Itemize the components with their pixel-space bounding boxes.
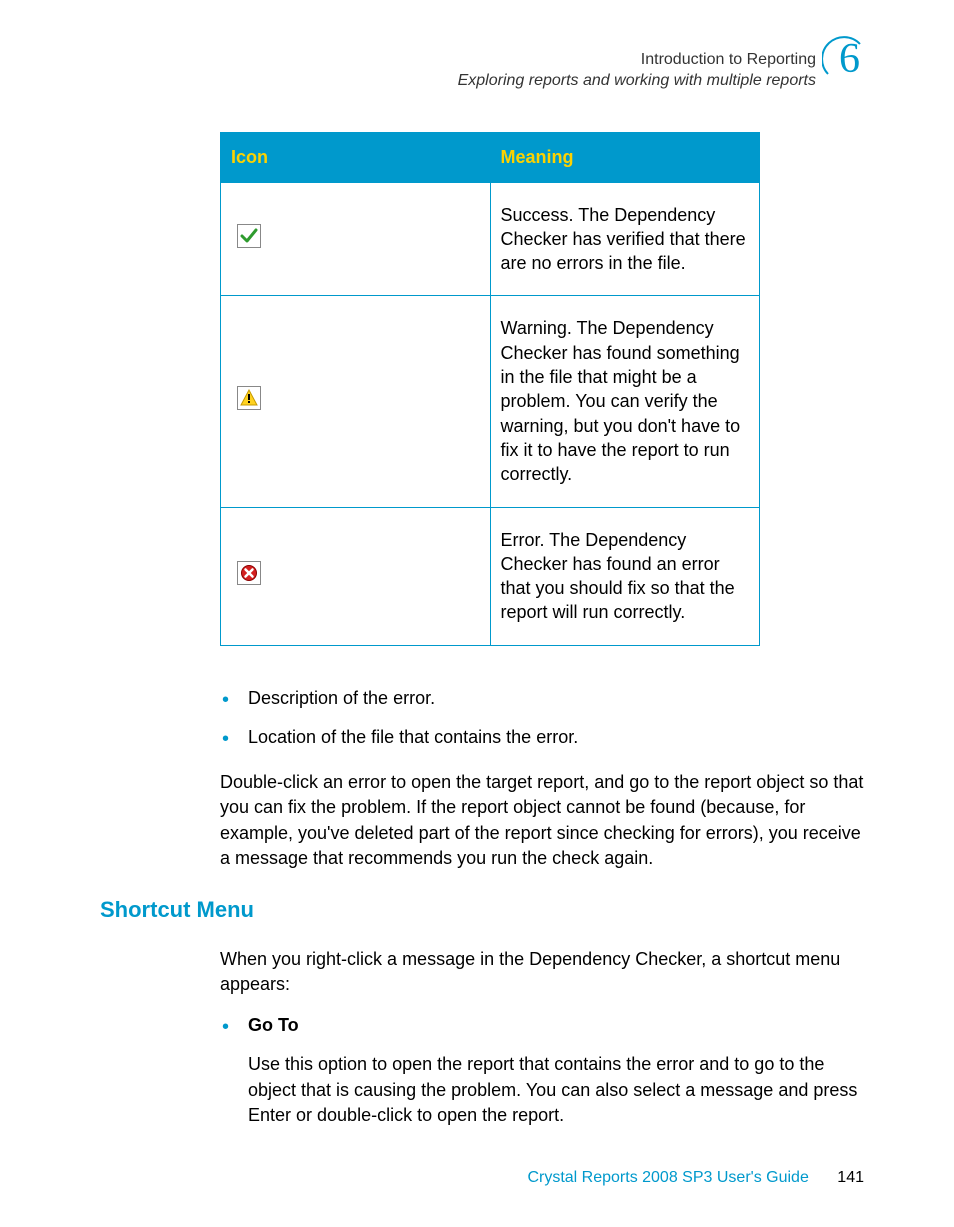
table-header-row: Icon Meaning [221, 132, 760, 182]
table-header-meaning: Meaning [490, 132, 760, 182]
list-item: Go To Use this option to open the report… [220, 1013, 864, 1128]
icon-cell [221, 507, 491, 645]
chapter-number: 6 [839, 38, 860, 80]
table-header-icon: Icon [221, 132, 491, 182]
icon-meaning-table: Icon Meaning Success. The Dependency Che… [220, 132, 760, 646]
meaning-cell: Success. The Dependency Checker has veri… [490, 182, 760, 296]
warning-icon [237, 386, 261, 410]
menu-item-label: Go To [248, 1015, 299, 1035]
main-content: Icon Meaning Success. The Dependency Che… [220, 132, 864, 871]
list-item: Location of the file that contains the e… [220, 725, 864, 750]
menu-list: Go To Use this option to open the report… [220, 1013, 864, 1128]
icon-cell [221, 296, 491, 507]
table-row: Success. The Dependency Checker has veri… [221, 182, 760, 296]
table-row: Warning. The Dependency Checker has foun… [221, 296, 760, 507]
menu-item-description: Use this option to open the report that … [248, 1052, 864, 1128]
list-item: Description of the error. [220, 686, 864, 711]
header-subtitle: Exploring reports and working with multi… [100, 71, 816, 92]
header-title: Introduction to Reporting [100, 50, 816, 71]
table-row: Error. The Dependency Checker has found … [221, 507, 760, 645]
footer-page-number: 141 [837, 1169, 864, 1186]
meaning-cell: Warning. The Dependency Checker has foun… [490, 296, 760, 507]
meaning-cell: Error. The Dependency Checker has found … [490, 507, 760, 645]
page-header: Introduction to Reporting Exploring repo… [100, 50, 864, 92]
success-icon [237, 224, 261, 248]
page: Introduction to Reporting Exploring repo… [0, 0, 954, 1227]
section-content: When you right-click a message in the De… [220, 947, 864, 1128]
section-heading: Shortcut Menu [100, 897, 864, 923]
notes-list: Description of the error. Location of th… [220, 686, 864, 750]
error-icon [237, 561, 261, 585]
paragraph: Double-click an error to open the target… [220, 770, 864, 871]
section-intro: When you right-click a message in the De… [220, 947, 864, 997]
icon-cell [221, 182, 491, 296]
chapter-badge: 6 [824, 42, 864, 82]
page-footer: Crystal Reports 2008 SP3 User's Guide 14… [527, 1169, 864, 1187]
footer-doc-title: Crystal Reports 2008 SP3 User's Guide [527, 1169, 808, 1186]
